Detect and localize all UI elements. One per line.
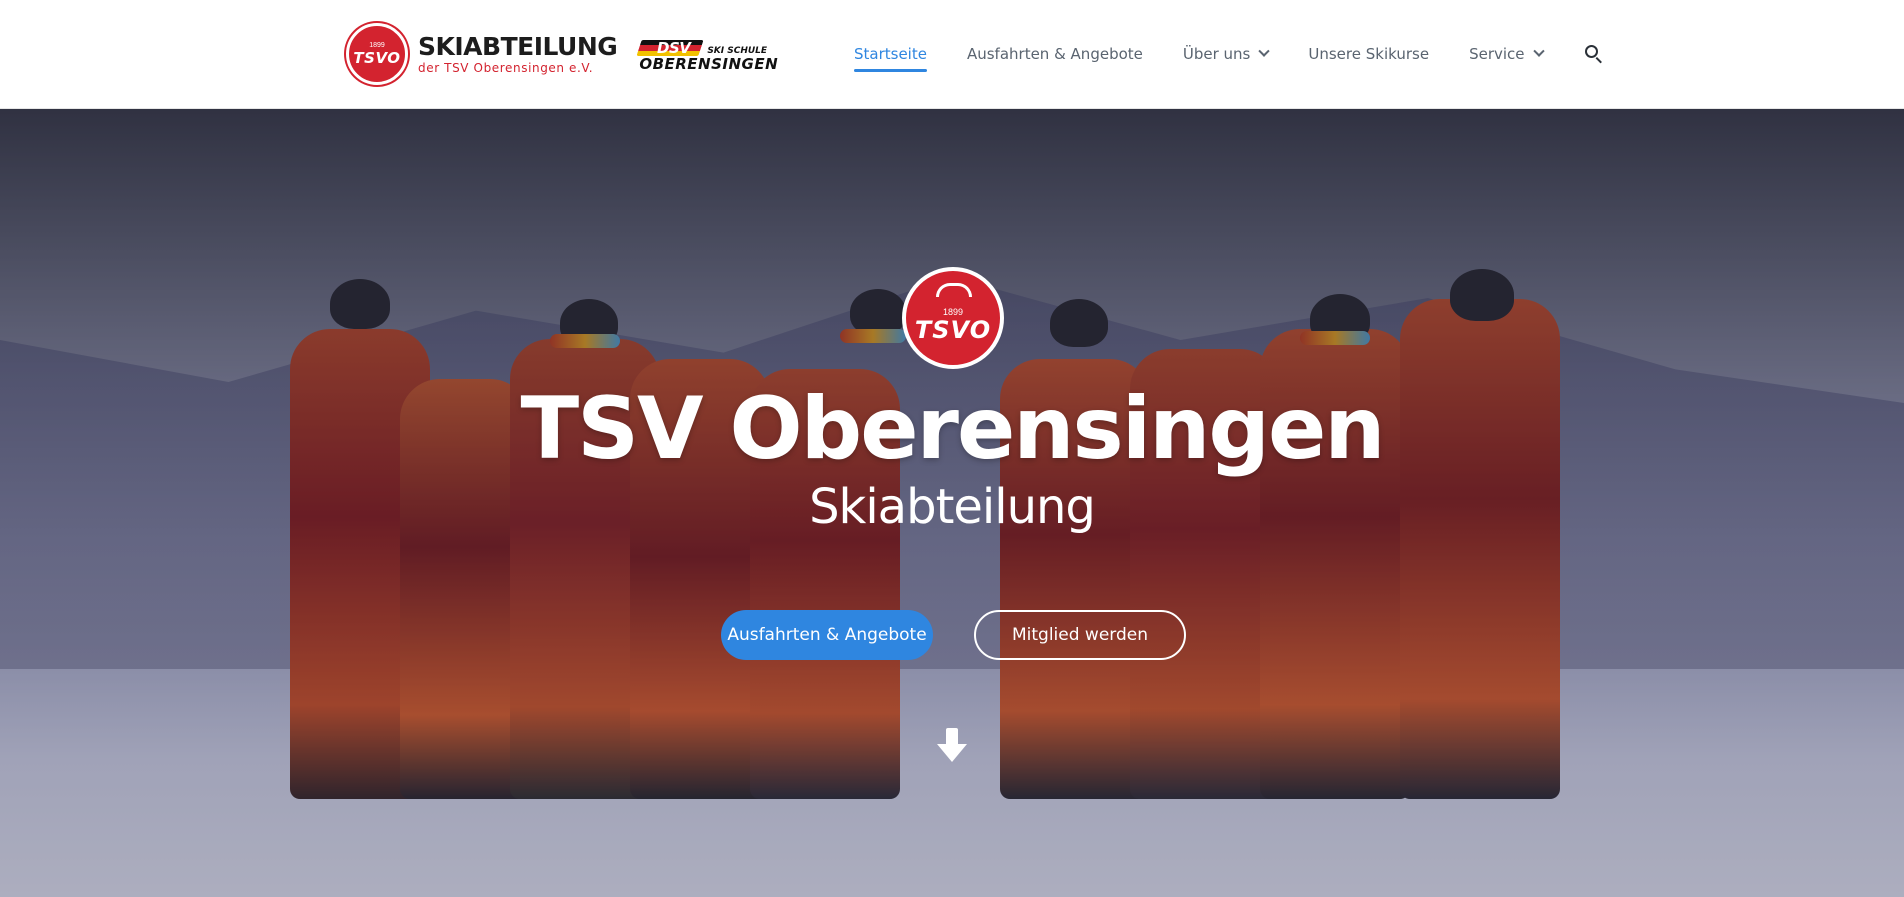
badge-text: TSVO bbox=[353, 49, 401, 67]
hero-subtitle: Skiabteilung bbox=[809, 479, 1096, 535]
nav-item-ausfahrten[interactable]: Ausfahrten & Angebote bbox=[967, 39, 1143, 69]
nav-item-skikurse[interactable]: Unsere Skikurse bbox=[1308, 39, 1429, 69]
nav-item-ueber-uns[interactable]: Über uns bbox=[1182, 39, 1271, 69]
nav-item-startseite[interactable]: Startseite bbox=[854, 39, 927, 72]
site-header: 1899 TSVO SKIABTEILUNG der TSV Oberensin… bbox=[0, 0, 1904, 109]
hero-section: 1899 TSVO TSV Oberensingen Skiabteilung … bbox=[0, 109, 1904, 897]
nav-label: Unsere Skikurse bbox=[1308, 45, 1430, 63]
tsvo-hero-logo-icon: 1899 TSVO bbox=[902, 267, 1004, 369]
nav-label: Ausfahrten & Angebote bbox=[966, 45, 1143, 63]
chevron-down-icon bbox=[1258, 45, 1271, 57]
brand-text: SKIABTEILUNG der TSV Oberensingen e.V. bbox=[418, 32, 618, 76]
search-icon[interactable] bbox=[1583, 43, 1605, 65]
nav-item-service[interactable]: Service bbox=[1469, 39, 1545, 69]
dsv-skischule-logo: DSV SKI SCHULE OBERENSINGEN bbox=[636, 36, 779, 73]
dsv-flag-icon: DSV bbox=[636, 39, 704, 56]
nav-label: Startseite bbox=[854, 45, 927, 63]
arrow-down-icon[interactable] bbox=[935, 726, 969, 766]
dsv-location-label: OBERENSINGEN bbox=[639, 54, 779, 73]
nav-label: Über uns bbox=[1182, 45, 1251, 63]
main-nav: Startseite Ausfahrten & Angebote Über un… bbox=[854, 0, 1605, 108]
tsvo-badge-icon: 1899 TSVO bbox=[346, 23, 408, 85]
antler-icon bbox=[936, 283, 972, 297]
mitglied-werden-button[interactable]: Mitglied werden bbox=[974, 610, 1186, 660]
hero-title: TSV Oberensingen bbox=[520, 379, 1385, 479]
hero-logo-text: TSVO bbox=[914, 316, 992, 344]
brand-logo[interactable]: 1899 TSVO SKIABTEILUNG der TSV Oberensin… bbox=[346, 22, 779, 86]
ausfahrten-button[interactable]: Ausfahrten & Angebote bbox=[721, 610, 933, 660]
dsv-mark: DSV bbox=[657, 39, 691, 56]
brand-subtitle: der TSV Oberensingen e.V. bbox=[418, 61, 594, 75]
chevron-down-icon bbox=[1532, 45, 1545, 57]
nav-label: Service bbox=[1469, 45, 1525, 63]
brand-title: SKIABTEILUNG bbox=[418, 32, 618, 61]
